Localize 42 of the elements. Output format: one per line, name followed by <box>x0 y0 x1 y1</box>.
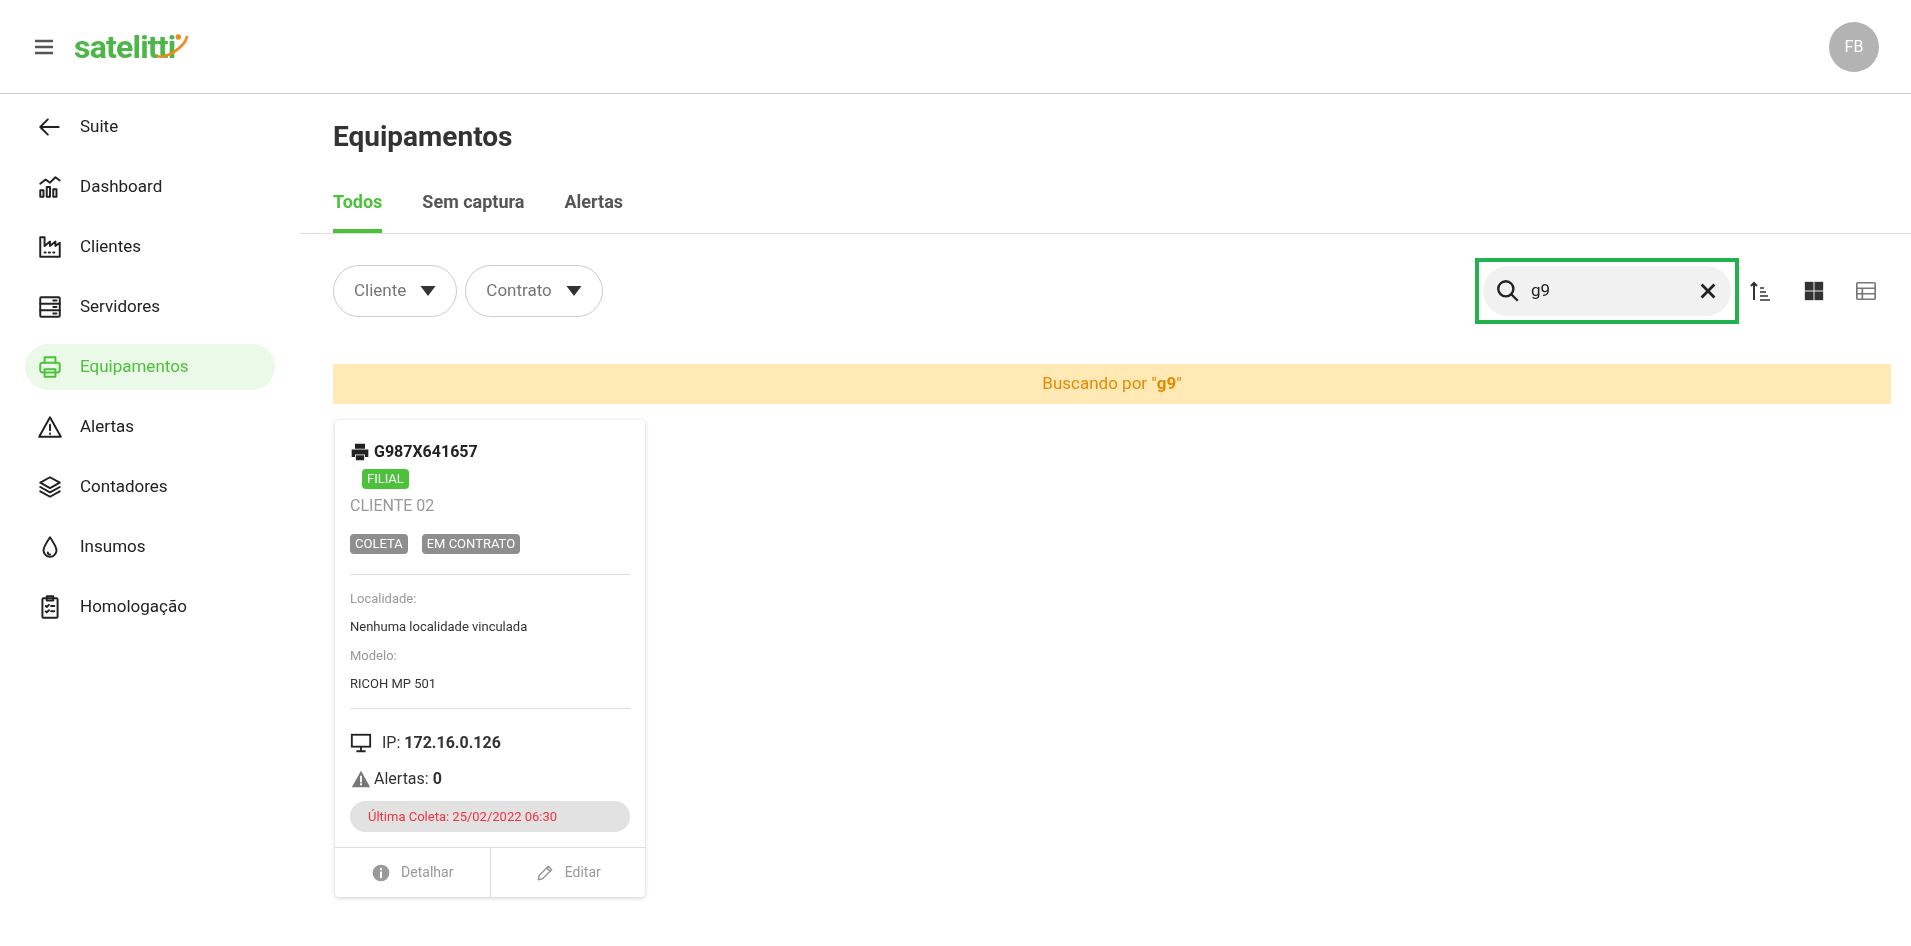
logo: satelitti <box>74 24 190 69</box>
warning-icon <box>37 414 63 440</box>
search-banner: Buscando por "g9" <box>333 364 1891 404</box>
layers-icon <box>37 474 63 500</box>
ip-address: IP: 172.16.0.126 <box>382 731 501 754</box>
alert-count: Alertas: 0 <box>374 767 442 790</box>
tab[interactable]: Sem captura <box>422 188 525 233</box>
last-collect-pill: Última Coleta: 25/02/2022 06:30 <box>350 800 630 832</box>
chart-icon <box>37 174 63 200</box>
tab[interactable]: Alertas <box>564 188 624 233</box>
branch-badge: FILIAL <box>362 469 409 489</box>
printer-icon <box>37 354 63 380</box>
search-field[interactable]: g9 <box>1483 266 1731 316</box>
field-value: Nenhuma localidade vinculada <box>350 618 529 636</box>
monitor-icon <box>350 731 372 754</box>
sidebar-item[interactable]: Contadores <box>25 464 275 510</box>
sidebar-item[interactable]: Dashboard <box>25 164 275 210</box>
serial-number: G987X641657 <box>374 441 478 463</box>
caret-icon <box>420 286 437 296</box>
field-label: Modelo: <box>350 646 398 665</box>
status-tag: COLETA <box>350 534 408 554</box>
field-label: Localidade: <box>350 589 418 608</box>
sidebar-item[interactable]: Clientes <box>25 224 275 270</box>
sidebar-item[interactable]: Suite <box>25 104 275 150</box>
search-icon <box>1495 278 1521 304</box>
sort-icon[interactable] <box>1749 279 1773 303</box>
status-tag: EM CONTRATO <box>421 534 521 554</box>
page-title: Equipamentos <box>333 119 514 155</box>
grid-view-icon[interactable] <box>1803 280 1825 302</box>
printer-icon <box>350 442 370 462</box>
server-icon <box>37 294 63 320</box>
factory-icon <box>37 234 63 260</box>
client-name: CLIENTE 02 <box>350 495 436 517</box>
info-icon <box>371 862 392 883</box>
sidebar-item[interactable]: Homologação <box>25 584 275 630</box>
search-input[interactable]: g9 <box>1531 278 1687 304</box>
table-view-icon[interactable] <box>1855 280 1877 302</box>
sidebar-item[interactable]: Servidores <box>25 284 275 330</box>
sidebar-item[interactable]: Alertas <box>25 404 275 450</box>
field-value: RICOH MP 501 <box>350 675 438 693</box>
caret-icon <box>565 286 582 296</box>
sidebar-item[interactable]: Insumos <box>25 524 275 570</box>
